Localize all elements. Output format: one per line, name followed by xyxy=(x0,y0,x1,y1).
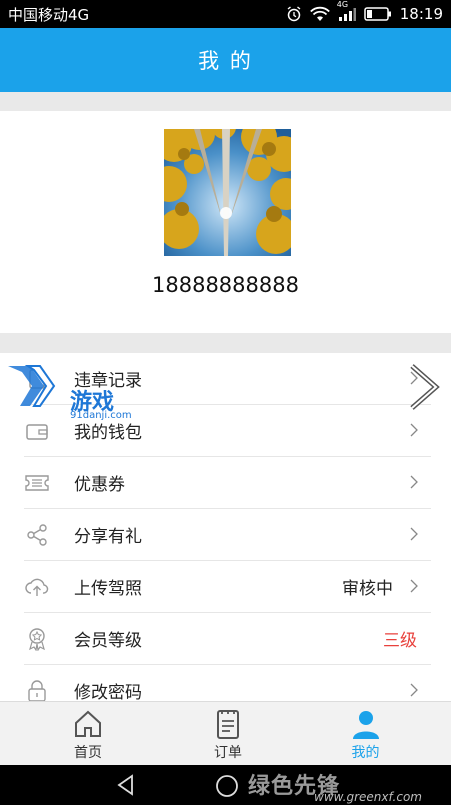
menu-label: 上传驾照 xyxy=(74,579,142,599)
menu-item-upload-license[interactable]: 上传驾照 审核中 xyxy=(24,561,431,613)
menu-label: 分享有礼 xyxy=(74,527,142,547)
menu-label: 修改密码 xyxy=(74,683,142,701)
nav-label: 我的 xyxy=(351,745,380,761)
nav-tab-orders[interactable]: 订单 xyxy=(176,702,280,766)
page-header: 我 的 xyxy=(0,28,451,92)
status-icons: 4G 18:19 xyxy=(286,0,443,23)
menu-item-share[interactable]: 分享有礼 xyxy=(24,509,431,561)
menu-item-member-level[interactable]: 会员等级 三级 xyxy=(24,613,431,665)
back-icon[interactable] xyxy=(114,773,138,797)
document-icon xyxy=(24,366,50,392)
menu-item-change-password[interactable]: 修改密码 xyxy=(24,665,431,701)
ticket-icon xyxy=(24,470,50,496)
profile-card: 18888888888 xyxy=(0,111,451,333)
menu-item-coupons[interactable]: 优惠券 xyxy=(24,457,431,509)
watermark-site: 91danji.com xyxy=(70,410,132,421)
bottom-nav: 首页 订单 我的 xyxy=(0,701,451,766)
chevron-right-icon xyxy=(410,683,418,697)
nav-tab-home[interactable]: 首页 xyxy=(0,702,176,766)
lock-icon xyxy=(24,678,50,701)
chevron-right-icon xyxy=(410,527,418,541)
carrier-label: 中国移动4G xyxy=(8,5,90,24)
menu-label: 会员等级 xyxy=(74,631,142,651)
menu-label: 优惠券 xyxy=(74,475,125,495)
chevron-right-icon xyxy=(410,579,418,593)
chevron-right-icon xyxy=(410,475,418,489)
nav-tab-mine[interactable]: 我的 xyxy=(280,702,451,766)
alarm-icon xyxy=(286,6,302,22)
wallet-icon xyxy=(24,418,50,444)
wifi-icon xyxy=(309,6,330,22)
status-bar: 中国移动4G 4G 18:19 xyxy=(0,0,451,28)
share-icon xyxy=(24,522,50,548)
time-label: 18:19 xyxy=(399,5,443,23)
chevron-right-icon xyxy=(410,423,418,437)
menu-label: 我的钱包 xyxy=(74,423,142,443)
license-status: 审核中 xyxy=(342,579,393,599)
profile-menu: 违章记录 我的钱包 优惠券 分享有礼 上传驾照 审核中 会员等级 三级 修改密码 xyxy=(0,353,451,701)
network-type-label: 4G xyxy=(336,0,349,9)
phone-number: 18888888888 xyxy=(152,273,299,297)
nav-label: 订单 xyxy=(214,745,242,761)
watermark-bottom-url: www.greenxf.com xyxy=(314,790,422,804)
home-icon xyxy=(75,710,101,737)
signal-icon: 4G xyxy=(337,0,356,22)
medal-icon xyxy=(24,626,50,652)
chevron-right-icon xyxy=(410,364,440,410)
battery-icon xyxy=(364,7,392,21)
avatar[interactable] xyxy=(164,129,291,256)
nav-label: 首页 xyxy=(74,745,102,761)
home-button-icon[interactable] xyxy=(214,773,240,799)
user-icon xyxy=(352,711,379,739)
page-title: 我 的 xyxy=(198,49,253,73)
order-icon xyxy=(217,710,239,739)
member-level-value: 三级 xyxy=(383,631,417,651)
cloud-upload-icon xyxy=(24,574,50,600)
